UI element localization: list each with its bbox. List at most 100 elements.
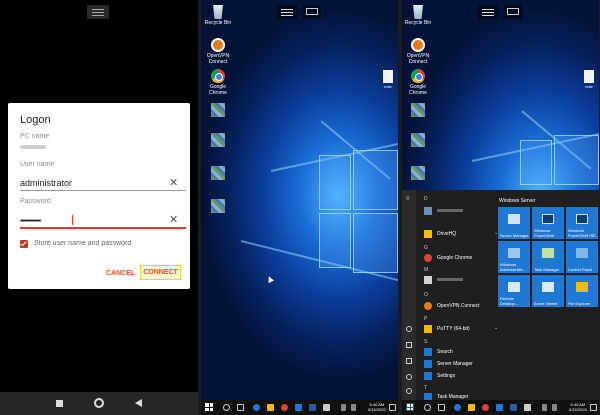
connect-button[interactable]: CONNECT xyxy=(140,265,181,280)
blurred-desktop-icon[interactable] xyxy=(211,166,225,180)
user-name-underline xyxy=(20,190,186,191)
blurred-desktop-icon[interactable] xyxy=(211,103,225,117)
clock[interactable]: 5:40 AM 9/15/2020 xyxy=(368,402,386,412)
mouse-cursor-icon xyxy=(266,275,274,283)
desktop-icon-chrome[interactable]: Google Chrome xyxy=(202,69,234,96)
settings-icon[interactable] xyxy=(406,374,412,380)
chrome-icon[interactable] xyxy=(281,404,288,411)
back-icon[interactable] xyxy=(135,399,142,407)
clear-password-icon[interactable]: ✕ xyxy=(169,215,178,226)
list-letter[interactable]: O xyxy=(424,292,428,298)
recents-icon[interactable] xyxy=(56,400,63,407)
desktop-icon-note[interactable]: note xyxy=(379,70,397,89)
tile-windows-powershell[interactable]: Windows PowerShell xyxy=(532,207,564,239)
blurred-desktop-icon[interactable] xyxy=(411,103,425,117)
list-letter[interactable]: M xyxy=(424,267,428,273)
folder-icon xyxy=(424,325,432,333)
notifications-icon[interactable] xyxy=(590,404,597,411)
blurred-label xyxy=(437,209,463,212)
chrome-icon xyxy=(211,69,225,83)
task-view-icon[interactable] xyxy=(237,404,244,411)
taskbar: 5:40 AM 9/15/2020 xyxy=(402,400,599,415)
tile-windows-powershell-ise[interactable]: Windows PowerShell ISE xyxy=(566,207,598,239)
desktop-icon-openvpn[interactable]: OpenVPN Connect xyxy=(202,38,234,65)
tile-event-viewer[interactable]: Event Viewer xyxy=(532,275,564,307)
server-manager-icon[interactable] xyxy=(496,404,503,411)
powershell-icon[interactable] xyxy=(510,404,517,411)
tile-windows-admin-tools[interactable]: Windows Administrativ... xyxy=(498,241,530,273)
app-icon[interactable] xyxy=(323,404,330,411)
keyboard-icon[interactable] xyxy=(303,5,321,19)
keyboard-icon[interactable] xyxy=(504,5,522,19)
admin-tools-icon xyxy=(508,248,520,258)
tile-control-panel[interactable]: Control Panel xyxy=(566,241,598,273)
desktop-icon-recycle-bin[interactable]: Recycle Bin xyxy=(402,5,434,26)
tile-label: Event Viewer xyxy=(534,300,558,306)
server-manager-icon[interactable] xyxy=(295,404,302,411)
desktop-icon-chrome[interactable]: Google Chrome xyxy=(402,69,434,96)
clear-username-icon[interactable]: ✕ xyxy=(169,178,178,189)
tile-server-manager[interactable]: Server Manager xyxy=(498,207,530,239)
tray-icon[interactable] xyxy=(542,404,547,411)
menu-icon[interactable] xyxy=(277,5,297,19)
list-letter[interactable]: G xyxy=(424,245,428,251)
documents-icon[interactable] xyxy=(406,342,412,348)
tile-file-explorer[interactable]: File Explorer xyxy=(566,275,598,307)
user-name-field[interactable]: administrator xyxy=(20,178,72,188)
recycle-bin-icon xyxy=(413,5,423,19)
desktop-icon-label: Recycle Bin xyxy=(404,20,432,26)
list-letter[interactable]: D xyxy=(424,196,428,202)
text-file-icon xyxy=(584,70,594,83)
desktop-icon-note[interactable]: note xyxy=(580,70,598,89)
hamburger-icon[interactable]: ≡ xyxy=(406,196,412,202)
start-menu: ≡ D DriveHQ ⌄ G Google Chrome M O OpenVP… xyxy=(402,190,599,401)
list-item-label: PuTTY (64-bit) xyxy=(437,326,470,332)
file-explorer-icon[interactable] xyxy=(468,404,475,411)
clock[interactable]: 5:40 AM 9/15/2020 xyxy=(569,402,587,412)
list-item-label: Search xyxy=(437,349,453,355)
blurred-desktop-icon[interactable] xyxy=(411,166,425,180)
password-field[interactable]: •••••••••••••• xyxy=(20,218,41,225)
remote-desktop-panel: Recycle Bin OpenVPN Connect Google Chrom… xyxy=(201,0,398,415)
search-icon[interactable] xyxy=(223,404,230,411)
cancel-button[interactable]: CANCEL xyxy=(106,270,135,277)
tile-task-manager[interactable]: Task Manager xyxy=(532,241,564,273)
menu-icon[interactable] xyxy=(478,5,498,19)
user-icon[interactable] xyxy=(406,326,412,332)
screenshot-root: Logon PC name User name administrator ✕ … xyxy=(0,0,600,415)
chrome-icon xyxy=(424,254,432,262)
blurred-desktop-icon[interactable] xyxy=(211,199,225,213)
blurred-desktop-icon[interactable] xyxy=(211,133,225,147)
top-bar xyxy=(0,0,198,24)
powershell-icon[interactable] xyxy=(309,404,316,411)
network-icon[interactable] xyxy=(351,404,356,411)
file-explorer-icon[interactable] xyxy=(267,404,274,411)
tray-icon[interactable] xyxy=(341,404,346,411)
list-letter[interactable]: P xyxy=(424,316,427,322)
notifications-icon[interactable] xyxy=(389,404,396,411)
power-icon[interactable] xyxy=(406,388,412,394)
store-credentials-checkbox[interactable] xyxy=(20,240,28,248)
list-letter[interactable]: S xyxy=(424,339,427,345)
gear-icon xyxy=(424,372,432,380)
list-letter[interactable]: T xyxy=(424,385,427,391)
menu-icon[interactable] xyxy=(87,5,109,19)
list-item-label: DriveHQ xyxy=(437,231,457,237)
blurred-desktop-icon[interactable] xyxy=(411,133,425,147)
home-icon[interactable] xyxy=(94,398,104,408)
windows-start-icon[interactable] xyxy=(406,403,414,411)
edge-icon[interactable] xyxy=(253,404,260,411)
search-icon[interactable] xyxy=(424,404,431,411)
task-view-icon[interactable] xyxy=(438,404,445,411)
edge-icon[interactable] xyxy=(454,404,461,411)
tile-remote-desktop[interactable]: Remote Desktop... xyxy=(498,275,530,307)
windows-start-icon[interactable] xyxy=(205,403,213,411)
desktop-icon-openvpn[interactable]: OpenVPN Connect xyxy=(402,38,434,65)
chrome-icon[interactable] xyxy=(482,404,489,411)
pc-name-field[interactable] xyxy=(20,145,46,149)
pictures-icon[interactable] xyxy=(406,358,412,364)
desktop-icon-recycle-bin[interactable]: Recycle Bin xyxy=(202,5,234,26)
app-icon[interactable] xyxy=(524,404,531,411)
network-icon[interactable] xyxy=(552,404,557,411)
tile-label: File Explorer xyxy=(568,300,591,306)
